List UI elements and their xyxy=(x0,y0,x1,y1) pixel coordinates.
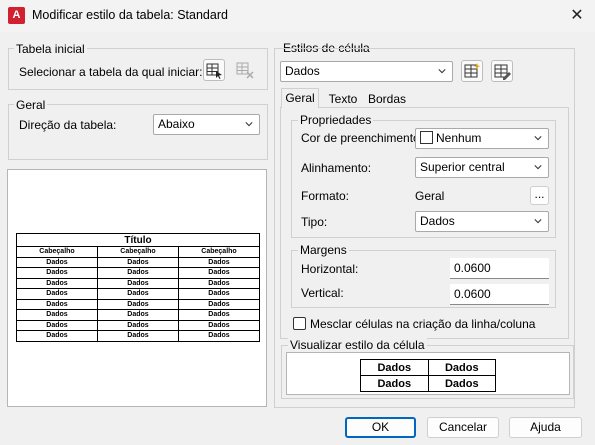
chevron-down-icon xyxy=(438,69,446,74)
chevron-down-icon xyxy=(534,219,542,224)
preview-cell: Dados xyxy=(16,256,98,268)
preview-cell: Dados xyxy=(16,267,98,279)
preview-cell: Dados xyxy=(178,330,260,342)
fill-color-select[interactable]: Nenhum xyxy=(415,128,549,149)
format-options-button[interactable]: ... xyxy=(530,186,549,205)
cancel-button[interactable]: Cancelar xyxy=(427,417,499,438)
horizontal-margin-label: Horizontal: xyxy=(301,262,359,276)
preview-cell: Dados xyxy=(178,256,260,268)
preview-cell: Dados xyxy=(97,298,179,310)
type-select[interactable]: Dados xyxy=(415,211,549,232)
preview-cell: Dados xyxy=(97,256,179,268)
format-value: Geral xyxy=(415,189,445,203)
alignment-label: Alinhamento: xyxy=(301,161,372,175)
cell-preview-cell: Dados xyxy=(360,375,429,392)
window-title: Modificar estilo da tabela: Standard xyxy=(32,8,228,22)
preview-title: Título xyxy=(16,233,260,247)
chevron-down-icon xyxy=(534,136,542,141)
ok-button[interactable]: OK xyxy=(345,417,416,438)
new-cell-style-icon xyxy=(464,63,481,78)
tab-text[interactable]: Texto xyxy=(325,90,361,110)
autocad-app-icon: A xyxy=(8,7,25,24)
vertical-margin-label: Vertical: xyxy=(301,286,344,300)
preview-header: Cabeçalho xyxy=(97,246,179,258)
preview-cell: Dados xyxy=(178,298,260,310)
new-cell-style-button[interactable] xyxy=(461,60,483,82)
starting-table-group-label: Tabela inicial xyxy=(14,42,87,56)
merge-cells-checkbox[interactable] xyxy=(293,317,306,330)
chevron-down-icon xyxy=(534,165,542,170)
cell-style-preview-box: Dados Dados Dados Dados xyxy=(286,352,570,395)
preview-cell: Dados xyxy=(97,288,179,300)
preview-cell: Dados xyxy=(16,319,98,331)
help-button[interactable]: Ajuda xyxy=(509,417,582,438)
margins-group-label: Margens xyxy=(298,243,349,257)
preview-cell: Dados xyxy=(16,288,98,300)
preview-header: Cabeçalho xyxy=(178,246,260,258)
cell-style-select[interactable]: Dados xyxy=(280,61,453,82)
preview-cell: Dados xyxy=(97,309,179,321)
fill-color-value: Nenhum xyxy=(436,131,482,145)
tab-general[interactable]: Geral xyxy=(281,88,319,108)
type-label: Tipo: xyxy=(301,215,328,229)
close-icon[interactable]: ✕ xyxy=(563,3,591,29)
vertical-margin-input[interactable]: 0.0600 xyxy=(450,284,549,305)
format-label: Formato: xyxy=(301,189,350,203)
preview-cell: Dados xyxy=(178,319,260,331)
preview-cell: Dados xyxy=(178,288,260,300)
table-style-preview: Título Cabeçalho Cabeçalho Cabeçalho Dad… xyxy=(7,169,267,407)
table-select-icon xyxy=(206,63,222,79)
table-remove-icon xyxy=(236,62,254,79)
preview-cell: Dados xyxy=(16,277,98,289)
fill-color-label: Cor de preenchimento: xyxy=(301,131,424,145)
preview-header: Cabeçalho xyxy=(16,246,98,258)
preview-cell: Dados xyxy=(178,267,260,279)
cell-style-preview-table: Dados Dados Dados Dados xyxy=(360,359,496,392)
preview-cell: Dados xyxy=(16,298,98,310)
select-starting-table-label: Selecionar a tabela da qual iniciar: xyxy=(19,65,203,79)
tab-borders[interactable]: Bordas xyxy=(366,90,408,110)
cell-style-value: Dados xyxy=(285,64,320,78)
preview-cell: Dados xyxy=(16,330,98,342)
preview-cell: Dados xyxy=(178,309,260,321)
remove-table-button[interactable] xyxy=(235,60,255,80)
type-value: Dados xyxy=(420,214,455,228)
preview-cell: Dados xyxy=(97,330,179,342)
cell-style-preview-label: Visualizar estilo da célula xyxy=(288,338,427,352)
preview-cell: Dados xyxy=(97,319,179,331)
cell-preview-cell: Dados xyxy=(360,359,429,376)
table-direction-select[interactable]: Abaixo xyxy=(153,114,260,135)
preview-cell: Dados xyxy=(97,267,179,279)
merge-cells-label[interactable]: Mesclar células na criação da linha/colu… xyxy=(310,317,535,331)
horizontal-margin-input[interactable]: 0.0600 xyxy=(450,258,549,279)
cell-preview-cell: Dados xyxy=(427,359,496,376)
manage-cell-styles-button[interactable] xyxy=(491,60,513,82)
alignment-value: Superior central xyxy=(420,160,505,174)
general-group-label: Geral xyxy=(14,98,48,112)
preview-cell: Dados xyxy=(16,309,98,321)
color-swatch-icon xyxy=(420,131,433,144)
select-table-button[interactable] xyxy=(203,59,225,81)
preview-cell: Dados xyxy=(97,277,179,289)
table-direction-value: Abaixo xyxy=(158,117,195,131)
alignment-select[interactable]: Superior central xyxy=(415,157,549,178)
manage-cell-styles-icon xyxy=(494,64,511,80)
table-direction-label: Direção da tabela: xyxy=(19,118,117,132)
cell-preview-cell: Dados xyxy=(427,375,496,392)
chevron-down-icon xyxy=(245,122,253,127)
preview-cell: Dados xyxy=(178,277,260,289)
preview-table: Título Cabeçalho Cabeçalho Cabeçalho Dad… xyxy=(16,233,260,342)
properties-group-label: Propriedades xyxy=(298,113,374,127)
